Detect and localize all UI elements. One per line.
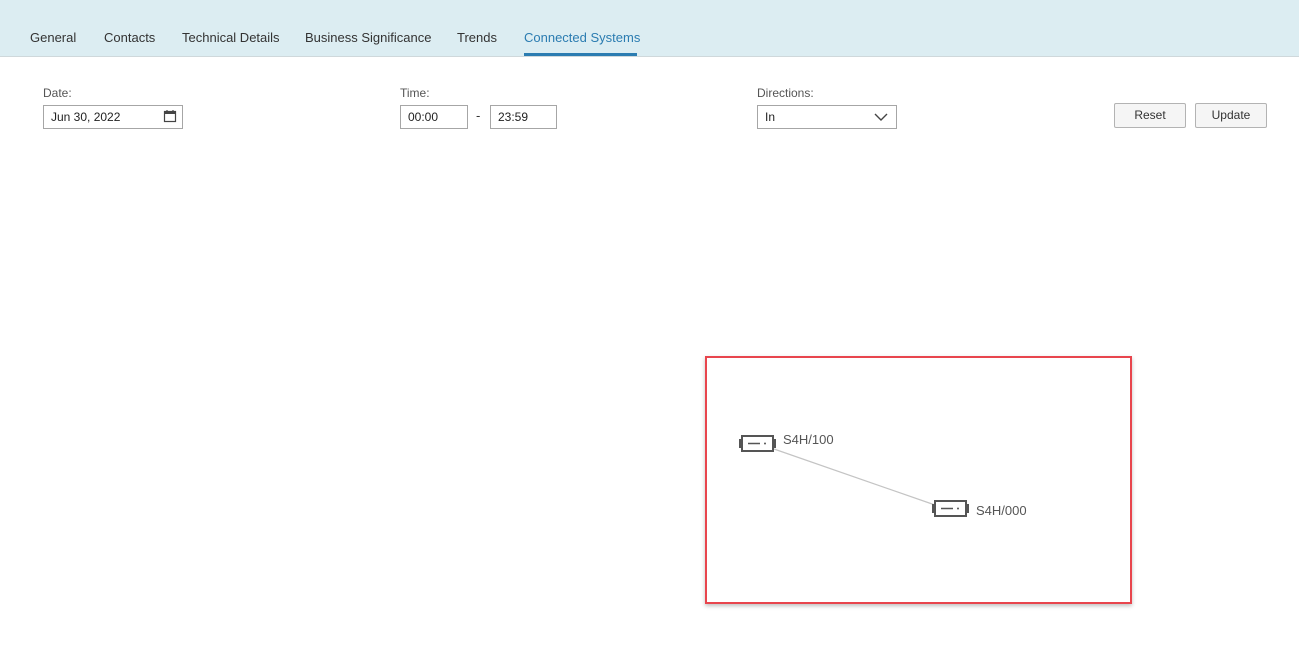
tab-contacts[interactable]: Contacts [104,30,155,45]
time-to-input[interactable]: 23:59 [490,105,557,129]
tab-technical-details[interactable]: Technical Details [182,30,280,45]
server-icon[interactable] [932,500,969,517]
directions-label: Directions: [757,86,814,100]
tab-business-significance[interactable]: Business Significance [305,30,431,45]
directions-select[interactable]: In [757,105,897,129]
date-input[interactable]: Jun 30, 2022 [43,105,183,129]
active-tab-indicator [524,53,637,56]
time-from-input[interactable]: 00:00 [400,105,468,129]
connected-systems-graph: S4H/100 S4H/000 [705,356,1132,604]
time-from-value: 00:00 [408,110,439,124]
time-to-value: 23:59 [498,110,529,124]
calendar-icon[interactable] [163,109,177,123]
node-label-s4h-000[interactable]: S4H/000 [976,503,1027,518]
connection-edge [773,448,936,506]
date-label: Date: [43,86,72,100]
node-label-s4h-100[interactable]: S4H/100 [783,432,834,447]
graph-canvas [739,435,969,517]
chevron-down-icon [874,113,888,121]
tab-bar: General Contacts Technical Details Busin… [0,0,1299,57]
server-icon[interactable] [739,435,776,452]
time-label: Time: [400,86,430,100]
time-separator: - [476,108,481,123]
date-value: Jun 30, 2022 [51,110,121,124]
update-button[interactable]: Update [1195,103,1267,128]
tab-general[interactable]: General [30,30,76,45]
tab-trends[interactable]: Trends [457,30,497,45]
directions-value: In [765,110,776,124]
reset-button[interactable]: Reset [1114,103,1186,128]
tab-connected-systems[interactable]: Connected Systems [524,30,640,45]
